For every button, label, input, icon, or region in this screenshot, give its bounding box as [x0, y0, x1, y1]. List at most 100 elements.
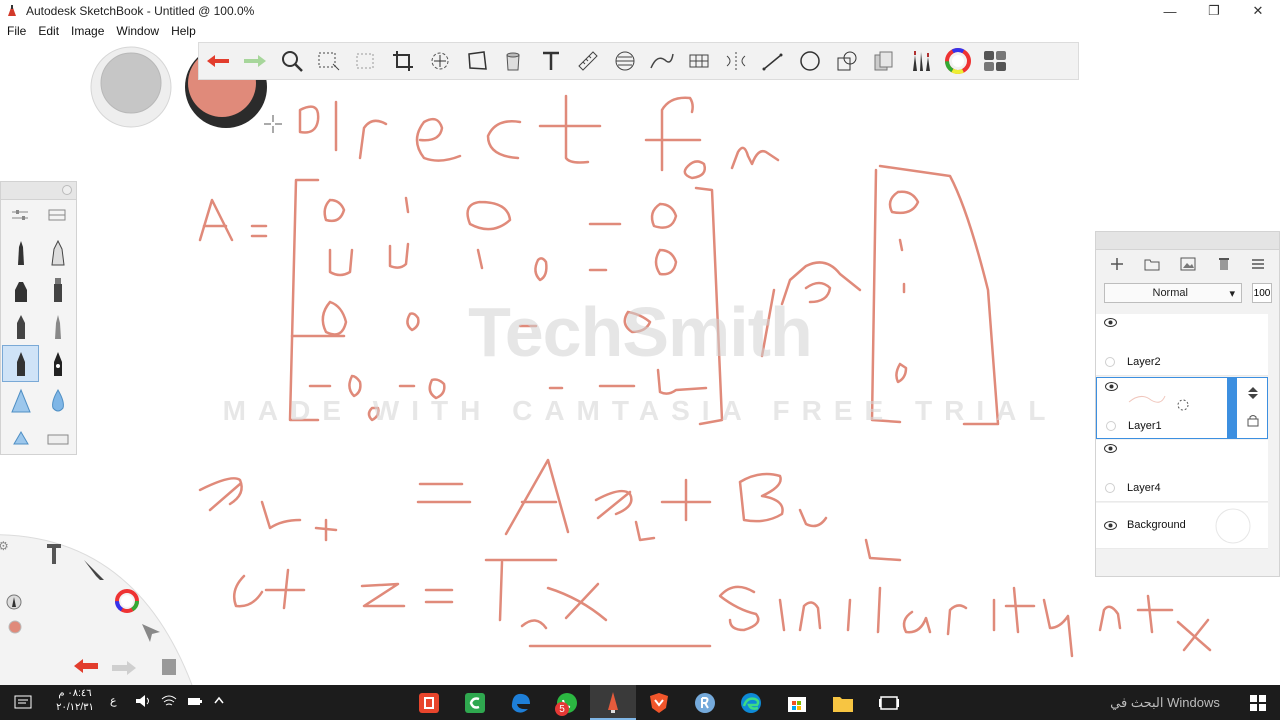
lagoon-pen-icon[interactable]: [6, 593, 22, 616]
pencil-brush-icon[interactable]: [2, 234, 39, 271]
lock-icon[interactable]: [1247, 414, 1259, 432]
r-studio-icon[interactable]: [682, 685, 728, 720]
line-icon[interactable]: [754, 43, 791, 79]
camtasia-studio-icon[interactable]: [452, 685, 498, 720]
layer-row-layer2[interactable]: Layer2: [1096, 314, 1268, 376]
brush-list-icon[interactable]: [48, 208, 66, 226]
whatsapp-icon[interactable]: 5: [544, 685, 590, 720]
undo-icon[interactable]: [199, 43, 236, 79]
menu-window[interactable]: Window: [109, 24, 164, 38]
layer-opacity-field[interactable]: 100: [1252, 283, 1272, 303]
water-drop-brush-icon[interactable]: [39, 382, 76, 419]
chevron-up-icon[interactable]: [213, 694, 225, 713]
watermark-brand: TechSmith: [468, 293, 813, 371]
lagoon-brush-icon[interactable]: [82, 558, 106, 587]
edge-browser-icon[interactable]: [728, 685, 774, 720]
airbrush-icon[interactable]: [2, 382, 39, 419]
selected-pen-brush-icon[interactable]: [2, 345, 39, 382]
menu-file[interactable]: File: [0, 24, 31, 38]
ellipse-guide-icon[interactable]: [606, 43, 643, 79]
symmetry-icon[interactable]: [717, 43, 754, 79]
brave-browser-icon[interactable]: [636, 685, 682, 720]
close-button[interactable]: ✕: [1236, 0, 1280, 22]
edge-legacy-icon[interactable]: [498, 685, 544, 720]
brush-palette-header[interactable]: [1, 182, 76, 200]
fill-bucket-icon[interactable]: [495, 43, 532, 79]
visibility-eye-icon[interactable]: [1105, 382, 1118, 394]
visibility-eye-icon[interactable]: [1104, 521, 1117, 533]
ellipse-icon[interactable]: [791, 43, 828, 79]
felt-pen-brush-icon[interactable]: [39, 271, 76, 308]
eraser-brush-icon[interactable]: [39, 419, 76, 456]
layer-row-layer4[interactable]: Layer4: [1096, 440, 1268, 502]
clear-layer-icon[interactable]: [1217, 257, 1231, 276]
brush-library-icon[interactable]: [902, 43, 939, 79]
lagoon-settings-icon[interactable]: ⚙: [0, 539, 9, 553]
layer-row-background[interactable]: Background: [1096, 503, 1268, 549]
select-lasso-icon[interactable]: [347, 43, 384, 79]
volume-icon[interactable]: [135, 694, 151, 713]
lagoon-color-icon[interactable]: [114, 588, 140, 619]
crop-icon[interactable]: [384, 43, 421, 79]
microsoft-store-icon[interactable]: [774, 685, 820, 720]
lagoon-tools-icon[interactable]: [43, 540, 65, 571]
menu-help[interactable]: Help: [164, 24, 201, 38]
palette-close-icon[interactable]: [62, 185, 72, 195]
palette-grid-icon[interactable]: [976, 43, 1013, 79]
layer-group-icon[interactable]: [1144, 257, 1160, 276]
redo-icon[interactable]: [236, 43, 273, 79]
taskbar-search[interactable]: البحث في Windows: [1098, 685, 1232, 720]
file-explorer-icon[interactable]: [820, 685, 866, 720]
battery-icon[interactable]: [187, 694, 203, 713]
minimize-button[interactable]: —: [1148, 0, 1192, 22]
wifi-icon[interactable]: [161, 694, 177, 713]
layer-menu-icon[interactable]: [1251, 257, 1265, 275]
camtasia-recorder-icon[interactable]: [406, 685, 452, 720]
lagoon-current-color-icon[interactable]: [8, 620, 22, 639]
brush-size-puck[interactable]: [89, 45, 173, 134]
lagoon-select-icon[interactable]: [140, 622, 162, 647]
lagoon-copy-icon[interactable]: [160, 657, 178, 682]
smear-brush-icon[interactable]: [2, 419, 39, 456]
zoom-icon[interactable]: [273, 43, 310, 79]
menu-image[interactable]: Image: [64, 24, 109, 38]
transform-icon[interactable]: [421, 43, 458, 79]
select-rect-icon[interactable]: [310, 43, 347, 79]
inker-brush-icon[interactable]: [2, 308, 39, 345]
color-wheel-icon[interactable]: [939, 43, 976, 79]
visibility-eye-icon[interactable]: [1104, 318, 1117, 330]
fine-pen-brush-icon[interactable]: [39, 308, 76, 345]
distort-icon[interactable]: [458, 43, 495, 79]
french-curve-icon[interactable]: [643, 43, 680, 79]
visibility-eye-icon[interactable]: [1104, 444, 1117, 456]
layer-editor-header[interactable]: [1096, 232, 1279, 250]
task-view-icon[interactable]: [866, 685, 912, 720]
taskbar-clock[interactable]: ٠٨:٤٦ م ٢٠/١٢/٣١: [50, 687, 100, 715]
add-image-icon[interactable]: [1180, 257, 1196, 276]
menu-edit[interactable]: Edit: [31, 24, 64, 38]
calligraphy-brush-icon[interactable]: [39, 345, 76, 382]
perspective-icon[interactable]: [680, 43, 717, 79]
ruler-icon[interactable]: [569, 43, 606, 79]
text-icon[interactable]: [532, 43, 569, 79]
ballpoint-brush-icon[interactable]: [39, 234, 76, 271]
restore-button[interactable]: ❐: [1192, 0, 1236, 22]
layer-lock-dot[interactable]: [1105, 483, 1115, 493]
layer-lock-dot[interactable]: [1106, 421, 1116, 431]
notifications-icon[interactable]: [0, 685, 46, 720]
marker-brush-icon[interactable]: [2, 271, 39, 308]
blend-mode-select[interactable]: Normal ▾: [1104, 283, 1242, 303]
windows-start-icon[interactable]: [1236, 685, 1280, 720]
keyboard-language[interactable]: ع: [110, 694, 117, 707]
shape-icon[interactable]: [828, 43, 865, 79]
layer-lock-dot[interactable]: [1105, 357, 1115, 367]
layer-row-layer1[interactable]: Layer1: [1096, 377, 1268, 439]
move-layer-icon[interactable]: [1247, 386, 1259, 404]
lagoon-redo-icon[interactable]: [110, 659, 138, 682]
brush-properties-icon[interactable]: [11, 208, 29, 226]
add-layer-icon[interactable]: [1110, 257, 1124, 276]
lagoon-undo-icon[interactable]: [72, 657, 100, 680]
background-color-swatch[interactable]: [1214, 507, 1252, 550]
copy-paste-icon[interactable]: [865, 43, 902, 79]
sketchbook-taskbar-icon[interactable]: [590, 685, 636, 720]
